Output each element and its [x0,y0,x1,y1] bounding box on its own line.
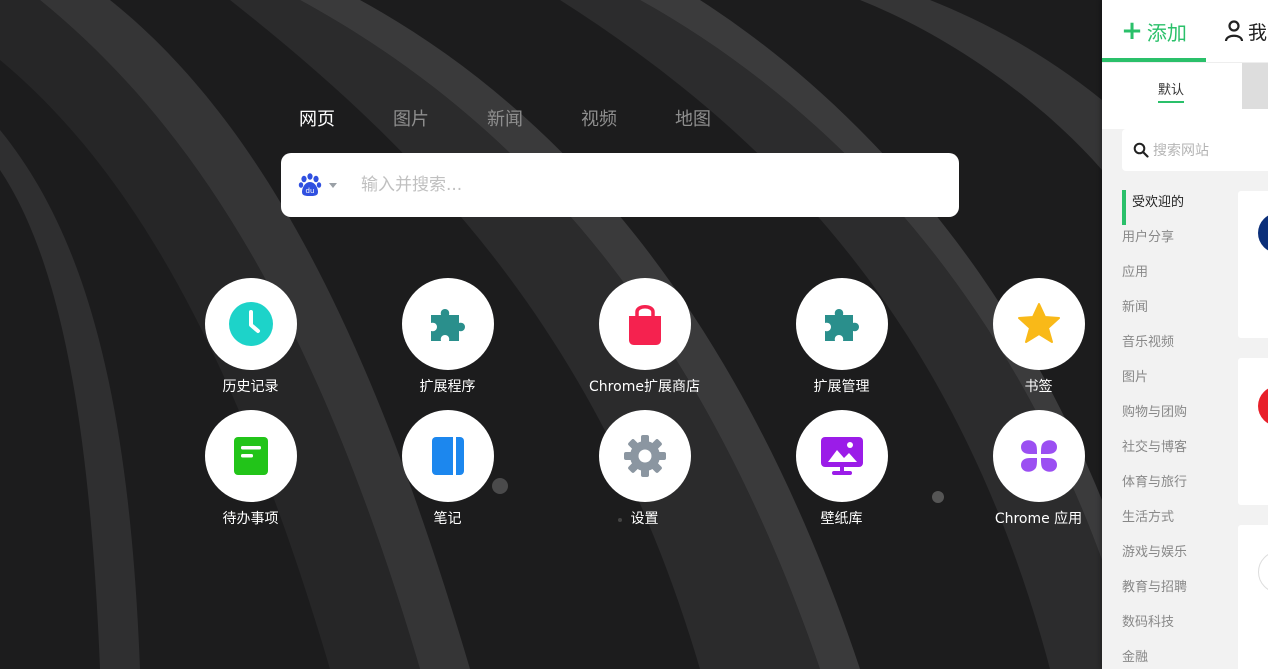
baidu-paw-icon: du [298,173,322,196]
search-box: du [281,153,959,217]
tab-add[interactable]: + 添加 [1102,0,1206,62]
tab-map[interactable]: 地图 [675,108,711,132]
app-notes[interactable]: 笔记 [349,410,546,528]
apps-grid-icon [1020,440,1057,472]
search-input[interactable] [359,174,923,196]
site-search-placeholder: 搜索网站 [1153,143,1209,159]
search-tabs: 网页 图片 新闻 视频 地图 [299,108,769,132]
tab-news[interactable]: 新闻 [487,108,523,132]
app-wallpapers[interactable]: 壁纸库 [743,410,940,528]
app-icon-bg [598,278,691,370]
puzzle-icon [430,309,465,341]
category-list: 受欢迎的 用户分享 应用 新闻 音乐视频 图片 购物与团购 社交与博客 体育与旅… [1122,190,1187,669]
site-logo-icon [1258,551,1268,593]
app-todo[interactable]: 待办事项 [152,410,349,528]
category-item[interactable]: 游戏与娱乐 [1122,540,1187,575]
site-logo-icon [1258,213,1268,253]
puzzle-icon [824,309,859,341]
user-icon [1224,20,1244,42]
add-site-panel: + 添加 我 默认 搜索网站 受欢迎的 用户分享 应用 新闻 音乐视频 图片 购… [1102,0,1268,669]
svg-text:du: du [306,187,315,195]
app-icon-bg [795,278,888,370]
app-label: Chrome 应用 [994,511,1083,527]
app-grid: 历史记录 扩展程序 Chrome扩展商店 扩展管理 书签 待办事项 笔记 设置 … [152,278,1085,528]
category-item[interactable]: 数码科技 [1122,610,1187,645]
app-label: 设置 [630,511,659,527]
app-label: Chrome扩展商店 [589,379,700,395]
app-icon-bg [598,410,691,502]
app-label: 待办事项 [222,511,279,527]
category-item[interactable]: 应用 [1122,260,1187,295]
search-icon [1133,142,1149,158]
app-label: 扩展程序 [419,379,476,395]
app-icon-bg [204,278,297,370]
site-search-field[interactable]: 搜索网站 [1122,129,1268,171]
app-icon-bg [992,278,1085,370]
tab-mine-label: 我 [1248,21,1268,44]
tab-video[interactable]: 视频 [581,108,617,132]
app-chrome-store[interactable]: Chrome扩展商店 [546,278,743,396]
wallpaper-background: 网页 图片 新闻 视频 地图 du 输入并搜索... 历史记录 扩展程序 Chr… [0,0,1102,669]
app-icon-bg [401,278,494,370]
gear-icon [623,435,666,477]
category-item[interactable]: 生活方式 [1122,505,1187,540]
site-card[interactable] [1238,525,1268,669]
search-engine-selector[interactable]: du [297,172,337,198]
category-item[interactable]: 受欢迎的 [1122,190,1187,225]
category-item[interactable]: 金融 [1122,645,1187,669]
clock-icon [228,302,273,346]
wallpaper-icon [820,437,863,475]
app-label: 历史记录 [222,379,279,395]
site-card[interactable] [1238,358,1268,505]
category-item[interactable]: 图片 [1122,365,1187,400]
tab-images[interactable]: 图片 [393,108,429,132]
app-icon-bg [795,410,888,502]
app-settings[interactable]: 设置 [546,410,743,528]
category-item[interactable]: 教育与招聘 [1122,575,1187,610]
category-item[interactable]: 新闻 [1122,295,1187,330]
app-icon-bg [992,410,1085,502]
app-icon-bg [401,410,494,502]
app-extension-manager[interactable]: 扩展管理 [743,278,940,396]
subtab-placeholder[interactable] [1242,63,1268,109]
app-bookmarks[interactable]: 书签 [940,278,1102,396]
category-item[interactable]: 音乐视频 [1122,330,1187,365]
app-label: 笔记 [433,511,462,527]
panel-tabs: + 添加 我 [1102,0,1268,62]
shopping-bag-icon [628,305,661,345]
category-item[interactable]: 体育与旅行 [1122,470,1187,505]
panel-subtabs: 默认 [1102,62,1268,129]
star-icon [1017,303,1060,343]
chevron-down-icon [329,182,337,188]
app-icon-bg [204,410,297,502]
plus-icon: + [1121,16,1143,46]
notebook-icon [431,437,464,475]
tab-mine[interactable]: 我 [1224,18,1267,45]
app-extensions[interactable]: 扩展程序 [349,278,546,396]
app-label: 书签 [1024,379,1053,395]
todo-icon [233,437,268,475]
app-label: 扩展管理 [813,379,870,395]
category-item[interactable]: 购物与团购 [1122,400,1187,435]
tab-add-label: 添加 [1146,20,1187,45]
tab-web[interactable]: 网页 [299,108,335,132]
site-card[interactable] [1238,191,1268,338]
site-logo-icon [1258,386,1268,426]
app-chrome-apps[interactable]: Chrome 应用 [940,410,1102,528]
category-item[interactable]: 社交与博客 [1122,435,1187,470]
app-history[interactable]: 历史记录 [152,278,349,396]
category-item[interactable]: 用户分享 [1122,225,1187,260]
subtab-default[interactable]: 默认 [1158,79,1185,103]
app-label: 壁纸库 [820,511,863,527]
